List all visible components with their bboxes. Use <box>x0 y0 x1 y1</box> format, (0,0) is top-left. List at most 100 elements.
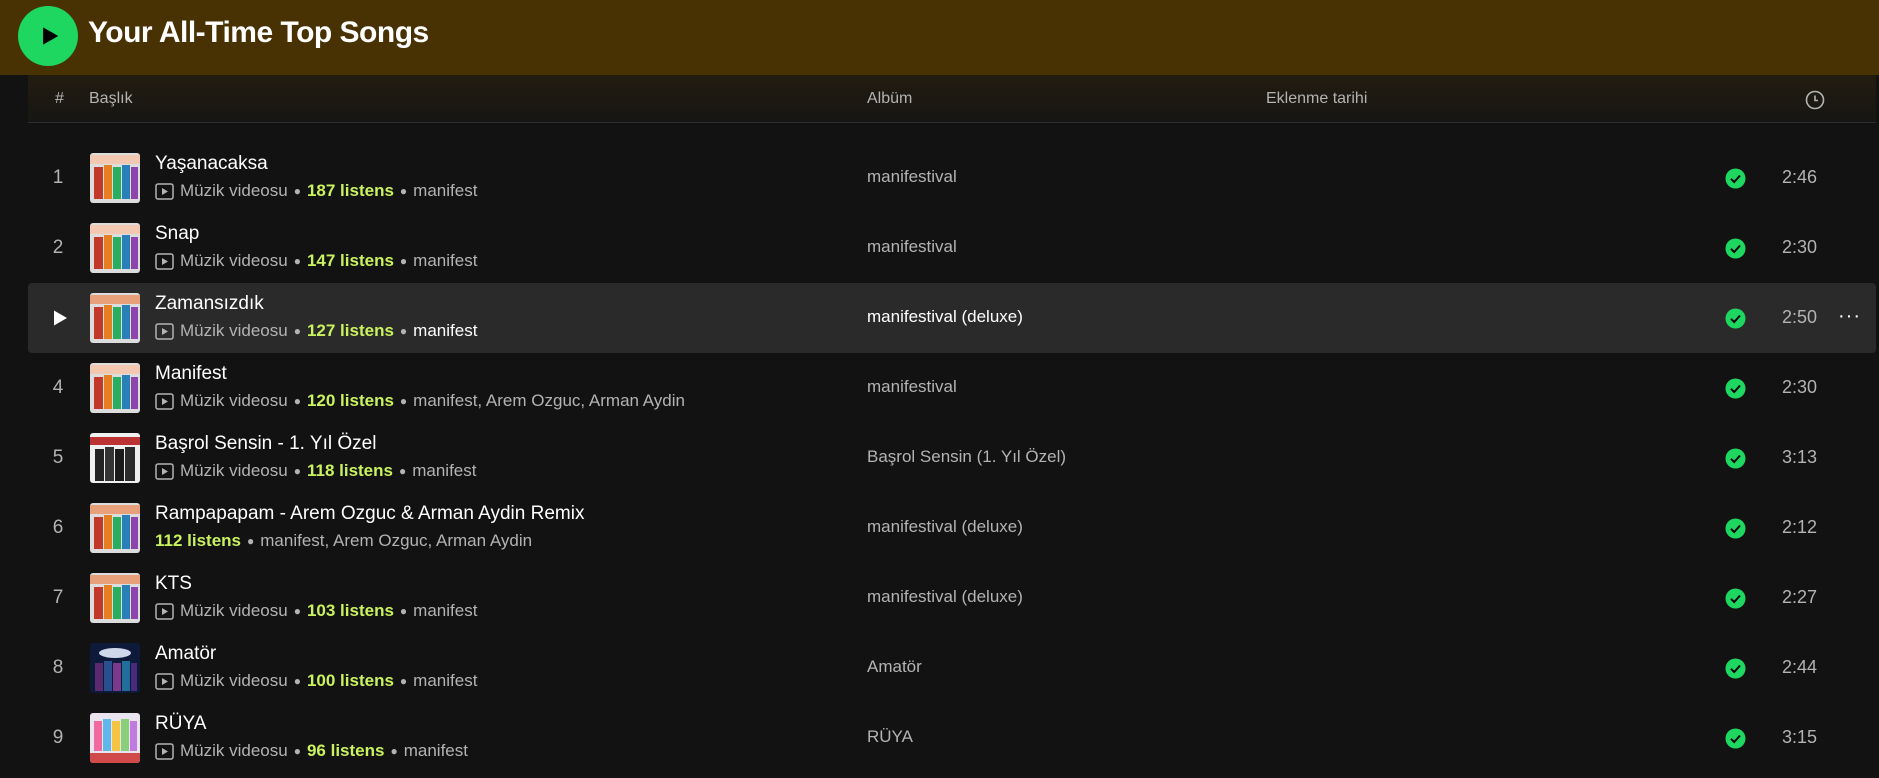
album-cover <box>90 433 140 483</box>
track-row[interactable]: 1 Yaşanacaksa Müzik videosu ● 187 listen… <box>28 143 1876 213</box>
track-artists[interactable]: manifest <box>412 461 476 481</box>
separator-dot: ● <box>399 394 408 408</box>
saved-check-icon[interactable] <box>1725 168 1746 189</box>
track-number: 2 <box>52 237 64 258</box>
listen-count: 187 listens <box>306 181 394 200</box>
track-artists[interactable]: manifest <box>413 601 477 621</box>
saved-check-icon[interactable] <box>1725 378 1746 399</box>
listen-count: 112 listens <box>155 531 242 550</box>
track-album[interactable]: manifestival <box>867 167 957 187</box>
saved-check-icon[interactable] <box>1725 588 1746 609</box>
track-number: 8 <box>52 657 64 678</box>
track-album[interactable]: Başrol Sensin (1. Yıl Özel) <box>867 447 1066 467</box>
album-cover <box>90 363 140 413</box>
saved-check-icon[interactable] <box>1725 658 1746 679</box>
column-date-added[interactable]: Eklenme tarihi <box>1266 90 1367 108</box>
track-list: 1 Yaşanacaksa Müzik videosu ● 187 listen… <box>28 143 1876 773</box>
track-number: 5 <box>52 447 64 468</box>
separator-dot: ● <box>293 464 301 478</box>
track-artists[interactable]: manifest, Arem Ozguc, Arman Aydin <box>413 391 685 411</box>
track-title[interactable]: Snap <box>155 223 199 245</box>
track-row[interactable]: 5 Başrol Sensin - 1. Yıl Özel Müzik vide… <box>28 423 1876 493</box>
track-artists[interactable]: manifest <box>413 321 477 341</box>
track-duration: 2:44 <box>1782 657 1818 677</box>
separator-dot: ● <box>247 534 255 548</box>
track-duration: 2:46 <box>1782 167 1818 187</box>
album-cover <box>90 503 140 553</box>
track-artists[interactable]: manifest <box>413 671 477 691</box>
track-meta: Müzik videosu ● 118 listens ● manifest <box>155 461 476 481</box>
music-video-icon <box>155 462 174 480</box>
separator-dot: ● <box>399 184 408 198</box>
track-row[interactable]: 8 Amatör Müzik videosu ● 100 listens ● m… <box>28 633 1876 703</box>
track-meta: Müzik videosu ● 120 listens ● manifest, … <box>155 391 685 411</box>
track-meta: Müzik videosu ● 96 listens ● manifest <box>155 741 468 761</box>
track-album[interactable]: RÜYA <box>867 727 913 747</box>
separator-dot: ● <box>293 674 301 688</box>
track-meta: Müzik videosu ● 147 listens ● manifest <box>155 251 477 271</box>
track-title[interactable]: Amatör <box>155 643 216 665</box>
track-row[interactable]: Zamansızdık Müzik videosu ● 127 listens … <box>28 283 1876 353</box>
saved-check-icon[interactable] <box>1725 518 1746 539</box>
track-row[interactable]: 2 Snap Müzik videosu ● 147 listens ● man… <box>28 213 1876 283</box>
track-artists[interactable]: manifest <box>404 741 468 761</box>
column-header: # Başlık Albüm Eklenme tarihi <box>28 75 1876 123</box>
track-album[interactable]: manifestival <box>867 237 957 257</box>
listen-count: 100 listens <box>306 671 394 690</box>
track-type: Müzik videosu <box>180 461 288 480</box>
track-type: Müzik videosu <box>180 391 288 410</box>
track-artists[interactable]: manifest <box>413 251 477 271</box>
track-artists[interactable]: manifest, Arem Ozguc, Arman Aydin <box>260 531 532 551</box>
play-button[interactable] <box>18 6 78 66</box>
separator-dot: ● <box>293 254 301 268</box>
listen-count: 103 listens <box>306 601 394 620</box>
track-album[interactable]: manifestival (deluxe) <box>867 587 1023 607</box>
track-type: Müzik videosu <box>180 601 288 620</box>
track-title[interactable]: Manifest <box>155 363 227 385</box>
track-duration: 3:13 <box>1782 447 1818 467</box>
playlist-header: Your All-Time Top Songs <box>0 0 1879 75</box>
music-video-icon <box>155 182 174 200</box>
track-artists[interactable]: manifest <box>413 181 477 201</box>
column-album[interactable]: Albüm <box>867 90 912 108</box>
saved-check-icon[interactable] <box>1725 308 1746 329</box>
track-row[interactable]: 4 Manifest Müzik videosu ● 120 listens ●… <box>28 353 1876 423</box>
track-title[interactable]: Yaşanacaksa <box>155 153 268 175</box>
saved-check-icon[interactable] <box>1725 448 1746 469</box>
track-duration: 2:27 <box>1782 587 1818 607</box>
listen-count: 147 listens <box>306 251 394 270</box>
track-type: Müzik videosu <box>180 671 288 690</box>
track-title[interactable]: KTS <box>155 573 192 595</box>
track-title[interactable]: Zamansızdık <box>155 293 264 315</box>
album-cover <box>90 713 140 763</box>
track-meta: Müzik videosu ● 103 listens ● manifest <box>155 601 477 621</box>
saved-check-icon[interactable] <box>1725 728 1746 749</box>
column-title[interactable]: Başlık <box>89 90 133 108</box>
album-cover <box>90 643 140 693</box>
track-row[interactable]: 6 Rampapapam - Arem Ozguc & Arman Aydin … <box>28 493 1876 563</box>
track-title[interactable]: Başrol Sensin - 1. Yıl Özel <box>155 433 376 455</box>
track-duration: 3:15 <box>1782 727 1818 747</box>
track-duration: 2:12 <box>1782 517 1818 537</box>
saved-check-icon[interactable] <box>1725 238 1746 259</box>
play-icon[interactable] <box>52 309 68 327</box>
more-options-button[interactable]: ··· <box>1838 305 1861 328</box>
page-title: Your All-Time Top Songs <box>88 16 429 49</box>
track-duration: 2:30 <box>1782 237 1818 257</box>
track-number: 4 <box>52 377 64 398</box>
track-album[interactable]: manifestival (deluxe) <box>867 517 1023 537</box>
track-album[interactable]: manifestival <box>867 377 957 397</box>
track-row[interactable]: 9 RÜYA Müzik videosu ● 96 listens ● mani… <box>28 703 1876 773</box>
separator-dot: ● <box>398 464 407 478</box>
track-meta: Müzik videosu ● 187 listens ● manifest <box>155 181 477 201</box>
clock-icon[interactable] <box>1804 89 1826 116</box>
track-row[interactable]: 7 KTS Müzik videosu ● 103 listens ● mani… <box>28 563 1876 633</box>
track-album[interactable]: manifestival (deluxe) <box>867 307 1023 327</box>
track-title[interactable]: Rampapapam - Arem Ozguc & Arman Aydin Re… <box>155 503 584 525</box>
track-title[interactable]: RÜYA <box>155 713 206 735</box>
track-album[interactable]: Amatör <box>867 657 922 677</box>
album-cover <box>90 293 140 343</box>
music-video-icon <box>155 392 174 410</box>
music-video-icon <box>155 672 174 690</box>
track-number: 6 <box>52 517 64 538</box>
